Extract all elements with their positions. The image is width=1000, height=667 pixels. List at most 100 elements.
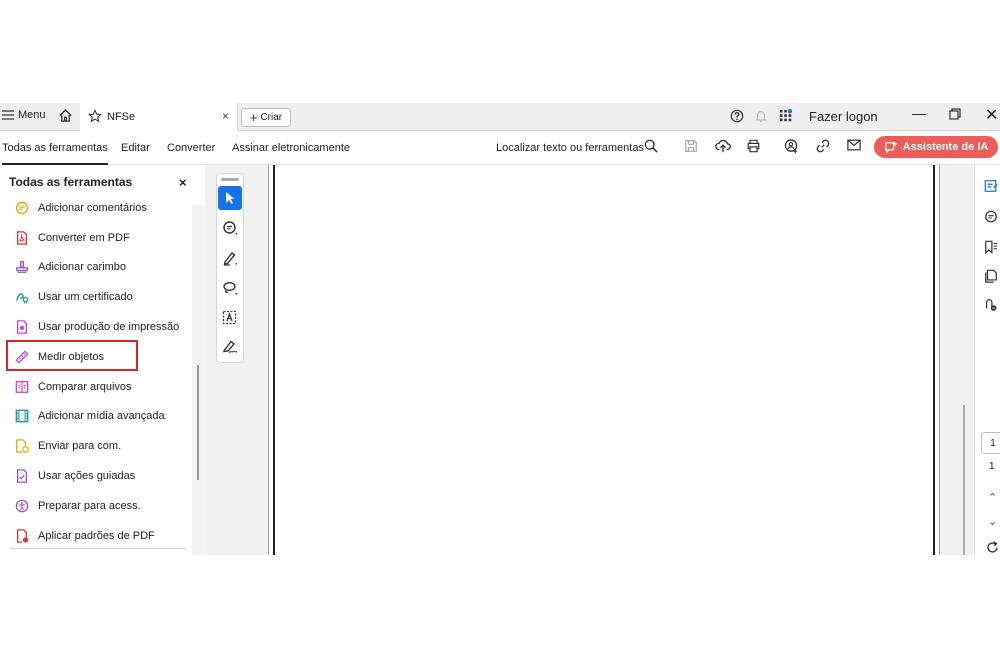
tool-add-stamp[interactable]: Adicionar carimbo: [0, 253, 192, 283]
star-icon[interactable]: [88, 109, 102, 123]
print-production-icon: [16, 320, 28, 334]
guided-actions-icon: [16, 469, 28, 483]
attachments-icon[interactable]: [984, 298, 998, 312]
panel-close-button[interactable]: ×: [179, 175, 187, 190]
highlight-box: [6, 340, 138, 371]
sign-tool[interactable]: [218, 334, 242, 358]
tool-label: Aplicar padrões de PDF: [38, 529, 155, 542]
nav-esign[interactable]: Assinar eletronicamente: [232, 142, 350, 154]
bell-icon[interactable]: [754, 109, 768, 123]
create-button[interactable]: + Criar: [241, 108, 291, 127]
select-tool[interactable]: [218, 186, 242, 210]
tool-label: Comparar arquivos: [38, 380, 132, 393]
tool-label: Usar ações guiadas: [38, 470, 136, 483]
panel-scrollbar-thumb[interactable]: [197, 365, 199, 480]
panel-scrollbar[interactable]: [192, 205, 204, 555]
text-select-tool[interactable]: [218, 306, 242, 330]
pages-thumbnails-icon[interactable]: [984, 269, 998, 283]
edit-pdf-icon[interactable]: [984, 179, 998, 193]
comments-panel-icon[interactable]: [984, 210, 998, 224]
tool-print-production[interactable]: Usar produção de impressão: [0, 312, 192, 342]
all-tools-panel: Todas as ferramentas × Adicionar comentá…: [0, 165, 204, 555]
login-button[interactable]: Fazer logon: [809, 109, 878, 124]
chevron-up-icon[interactable]: ⌃: [988, 491, 997, 504]
pdf-convert-icon: [16, 230, 28, 245]
cursor-icon: [226, 192, 235, 204]
pen-icon: [223, 252, 237, 266]
ai-assistant-icon: [884, 140, 898, 154]
quick-tools-bar: [216, 173, 244, 363]
tool-label: Usar produção de impressão: [38, 321, 180, 334]
highlight-pen-tool[interactable]: [218, 246, 242, 270]
minimize-button[interactable]: —: [912, 105, 926, 121]
search-icon[interactable]: [644, 139, 658, 153]
acrobat-window: Menu NFSe × + Criar Fazer logon — ✕ Toda…: [0, 103, 1000, 555]
tool-prepare-accessibility[interactable]: Preparar para acess.: [0, 491, 192, 521]
comment-icon: [15, 201, 29, 215]
menu-button[interactable]: Menu: [2, 109, 46, 121]
menu-label: Menu: [18, 109, 46, 121]
panel-title: Todas as ferramentas: [9, 175, 133, 189]
bookmarks-icon[interactable]: [984, 240, 998, 254]
tab-nfse[interactable]: NFSe ×: [80, 103, 238, 131]
search-tools-button[interactable]: Localizar texto ou ferramentas: [496, 142, 644, 154]
tool-label: Adicionar carimbo: [38, 261, 127, 274]
comment-icon: [223, 221, 237, 235]
email-icon[interactable]: [847, 139, 861, 151]
refresh-icon[interactable]: [986, 541, 999, 554]
tool-convert-pdf[interactable]: Converter em PDF: [0, 223, 192, 253]
main-toolbar: Todas as ferramentas Editar Converter As…: [0, 131, 1000, 165]
home-icon[interactable]: [58, 108, 73, 123]
chevron-down-icon[interactable]: ⌄: [988, 515, 997, 528]
right-rail: 1 1 ⌃ ⌄: [974, 165, 1000, 555]
tool-compare-files[interactable]: Comparar arquivos: [0, 372, 192, 402]
print-icon[interactable]: [746, 139, 761, 153]
tool-use-certificate[interactable]: Usar um certificado: [0, 282, 192, 312]
pdf-standards-icon: [16, 528, 29, 543]
tool-label: Preparar para acess.: [38, 499, 141, 512]
help-icon[interactable]: [730, 109, 744, 123]
tool-label: Usar um certificado: [38, 291, 133, 304]
ai-assistant-label: Assistente de IA: [902, 141, 989, 153]
comment-tool[interactable]: [218, 216, 242, 240]
page-number-input[interactable]: 1: [981, 432, 1000, 454]
tool-apply-pdf-standards[interactable]: Aplicar padrões de PDF: [0, 521, 192, 551]
cloud-upload-icon[interactable]: [715, 139, 731, 153]
link-icon[interactable]: [816, 139, 830, 153]
panel-divider: [10, 548, 186, 549]
pdf-page[interactable]: [268, 165, 940, 555]
tool-label: Converter em PDF: [38, 231, 130, 244]
tool-label: Enviar para com.: [38, 440, 122, 453]
plus-icon: +: [249, 110, 258, 125]
ai-assistant-button[interactable]: Assistente de IA: [874, 136, 998, 158]
tool-label: Adicionar mídia avançada: [38, 410, 165, 423]
hamburger-icon: [2, 110, 14, 120]
close-window-button[interactable]: ✕: [985, 105, 998, 125]
title-bar: Menu NFSe × + Criar Fazer logon — ✕: [0, 103, 1000, 131]
tool-send-for-comments[interactable]: Enviar para com.: [0, 431, 192, 461]
share-with-people-icon[interactable]: [784, 139, 799, 154]
tool-label: Adicionar comentários: [38, 201, 147, 214]
tool-add-rich-media[interactable]: Adicionar mídia avançada: [0, 402, 192, 432]
nav-convert[interactable]: Converter: [167, 142, 215, 154]
restore-window-icon[interactable]: [949, 108, 961, 120]
lasso-icon: [223, 282, 237, 295]
drag-handle[interactable]: [221, 178, 239, 181]
apps-grid-icon[interactable]: [779, 109, 793, 123]
nav-edit[interactable]: Editar: [121, 142, 150, 154]
tool-guided-actions[interactable]: Usar ações guiadas: [0, 461, 192, 491]
tab-close-icon[interactable]: ×: [222, 109, 229, 123]
document-scrollbar[interactable]: [963, 405, 965, 555]
send-icon: [16, 439, 29, 454]
text-box-icon: [222, 310, 237, 325]
page-total: 1: [989, 461, 995, 472]
save-icon[interactable]: [684, 139, 698, 153]
tool-list: Adicionar comentários Converter em PDF A…: [0, 193, 192, 551]
tool-add-comments[interactable]: Adicionar comentários: [0, 193, 192, 223]
lasso-tool[interactable]: [218, 276, 242, 300]
tab-label: NFSe: [107, 111, 136, 123]
nav-all-tools[interactable]: Todas as ferramentas: [2, 142, 108, 165]
compare-icon: [15, 380, 29, 393]
signature-pen-icon: [222, 340, 237, 353]
create-label: Criar: [260, 112, 283, 123]
